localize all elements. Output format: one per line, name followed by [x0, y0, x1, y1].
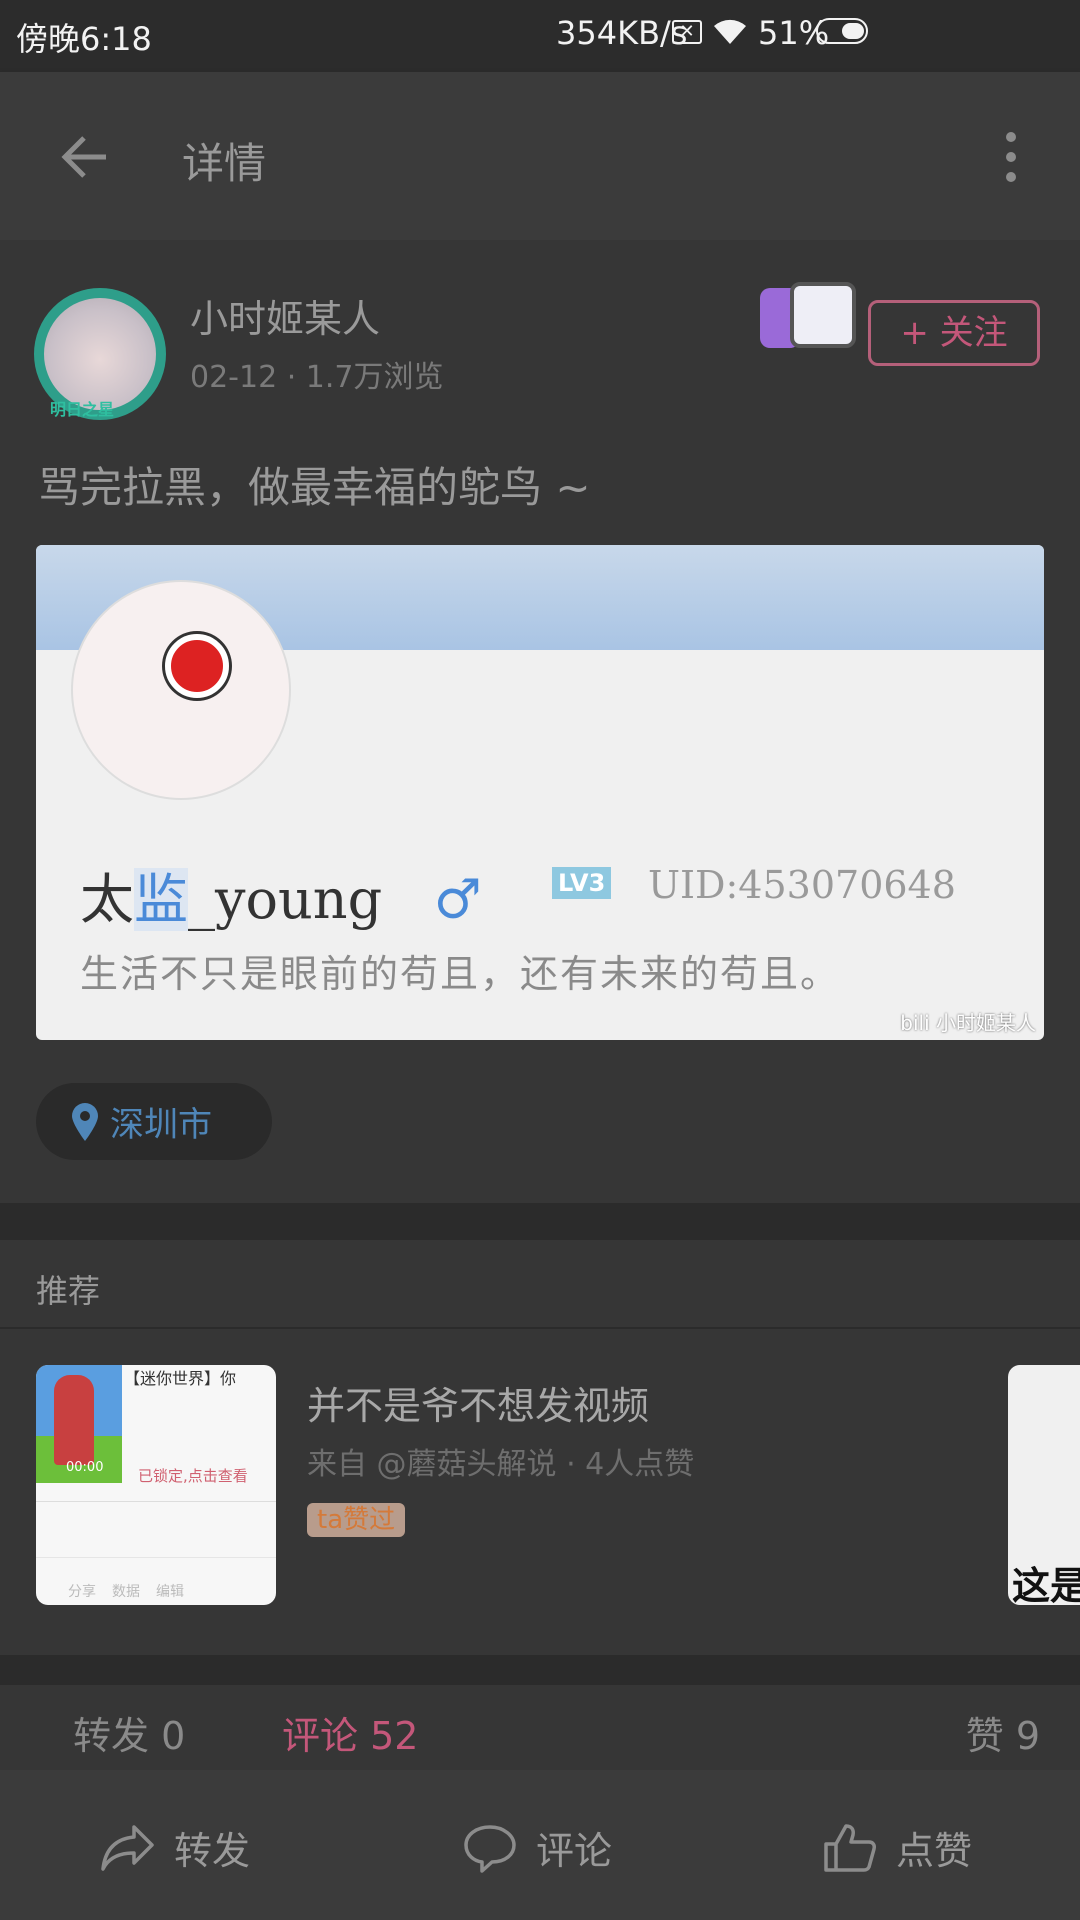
- level-badge: LV3: [552, 867, 612, 899]
- recommend-header: 推荐: [36, 1272, 101, 1310]
- thumb-title: 【迷你世界】你: [124, 1369, 237, 1388]
- repost-button[interactable]: 转发: [100, 1820, 250, 1875]
- post-text: 骂完拉黑，做最幸福的鸵鸟 ~: [38, 463, 591, 512]
- post-card: 明日之星 小时姬某人 02-12 · 1.7万浏览 + 关注 骂完拉黑，做最幸福…: [0, 240, 1080, 1203]
- thumb-tab: 数据: [112, 1584, 140, 1600]
- follow-button[interactable]: + 关注: [868, 300, 1040, 366]
- bottom-action-bar: 转发 评论 点赞: [0, 1770, 1080, 1920]
- network-speed: 354KB/s: [556, 14, 688, 52]
- next-recommend-thumbnail[interactable]: 这是: [1008, 1365, 1080, 1605]
- avatar-badge: 明日之星: [50, 400, 115, 419]
- recommend-meta: 来自 @蘑菇头解说 · 4人点赞: [307, 1447, 695, 1482]
- like-count-tab[interactable]: 赞 9: [966, 1705, 1040, 1760]
- share-arrow-icon: [101, 1824, 154, 1871]
- comment-bubble-icon: [464, 1824, 516, 1873]
- comment-label: 评论: [536, 1829, 613, 1873]
- decoration-mascot-icon: [750, 270, 870, 366]
- comment-button[interactable]: 评论: [462, 1820, 612, 1875]
- watermark: bili 小时姬某人: [900, 1011, 1036, 1035]
- divider: [0, 1655, 1080, 1685]
- post-meta: 02-12 · 1.7万浏览: [190, 360, 444, 395]
- location-pin-icon: [72, 1102, 98, 1141]
- repost-count-tab[interactable]: 转发 0: [73, 1705, 185, 1760]
- username-suffix: _young: [188, 868, 383, 931]
- avatar[interactable]: 明日之星: [34, 288, 166, 420]
- comment-count-tab[interactable]: 评论 52: [282, 1705, 418, 1760]
- uid-text: UID:453070648: [648, 863, 956, 907]
- profile-picture: [71, 580, 291, 800]
- page-title: 详情: [182, 139, 267, 188]
- thumb-tab: 分享: [68, 1584, 96, 1600]
- recommend-thumbnail: 00:00 【迷你世界】你 已锁定,点击查看 分享 数据 编辑: [36, 1365, 276, 1605]
- recommend-item[interactable]: 00:00 【迷你世界】你 已锁定,点击查看 分享 数据 编辑 并不是爷不想发视…: [0, 1365, 1080, 1605]
- recommend-section: 推荐 00:00 【迷你世界】你 已锁定,点击查看 分享 数据 编辑 并不是爷不…: [0, 1240, 1080, 1655]
- thumb-lock: 已锁定,点击查看: [138, 1467, 248, 1485]
- divider: [0, 1327, 1080, 1329]
- repost-label: 转发: [174, 1829, 251, 1873]
- counts-row: 转发 0 评论 52 赞 9: [0, 1685, 1080, 1770]
- thumbs-up-icon: [824, 1823, 876, 1872]
- thumb-time: 00:00: [66, 1460, 104, 1475]
- recommend-title: 并不是爷不想发视频: [307, 1384, 650, 1428]
- battery-icon: [816, 18, 868, 44]
- back-arrow-icon[interactable]: [60, 134, 110, 180]
- status-time: 傍晚6:18: [16, 20, 152, 58]
- next-thumb-text: 这是: [1012, 1564, 1080, 1605]
- location-text: 深圳市: [110, 1105, 212, 1145]
- signature-text: 生活不只是眼前的苟且，还有未来的苟且。: [80, 952, 841, 996]
- like-label: 点赞: [896, 1829, 973, 1873]
- thumb-tab: 编辑: [156, 1584, 184, 1600]
- liked-tag: ta赞过: [307, 1503, 406, 1537]
- sim-icon: ✕: [672, 20, 702, 44]
- status-bar: 傍晚6:18 354KB/s ✕ 51%: [0, 0, 1080, 72]
- location-pill[interactable]: 深圳市: [36, 1083, 272, 1160]
- divider: [0, 1203, 1080, 1240]
- gender-male-icon: ♂: [433, 868, 482, 931]
- author-name[interactable]: 小时姬某人: [190, 288, 380, 343]
- post-image[interactable]: 太监_young ♂ LV3 UID:453070648 生活不只是眼前的苟且，…: [36, 545, 1044, 1040]
- app-bar: 详情: [0, 72, 1080, 240]
- more-menu-icon[interactable]: [1000, 132, 1022, 182]
- username-prefix: 太: [80, 868, 134, 931]
- username-highlight: 监: [134, 868, 188, 931]
- wifi-icon: [714, 19, 746, 44]
- like-button[interactable]: 点赞: [822, 1820, 972, 1875]
